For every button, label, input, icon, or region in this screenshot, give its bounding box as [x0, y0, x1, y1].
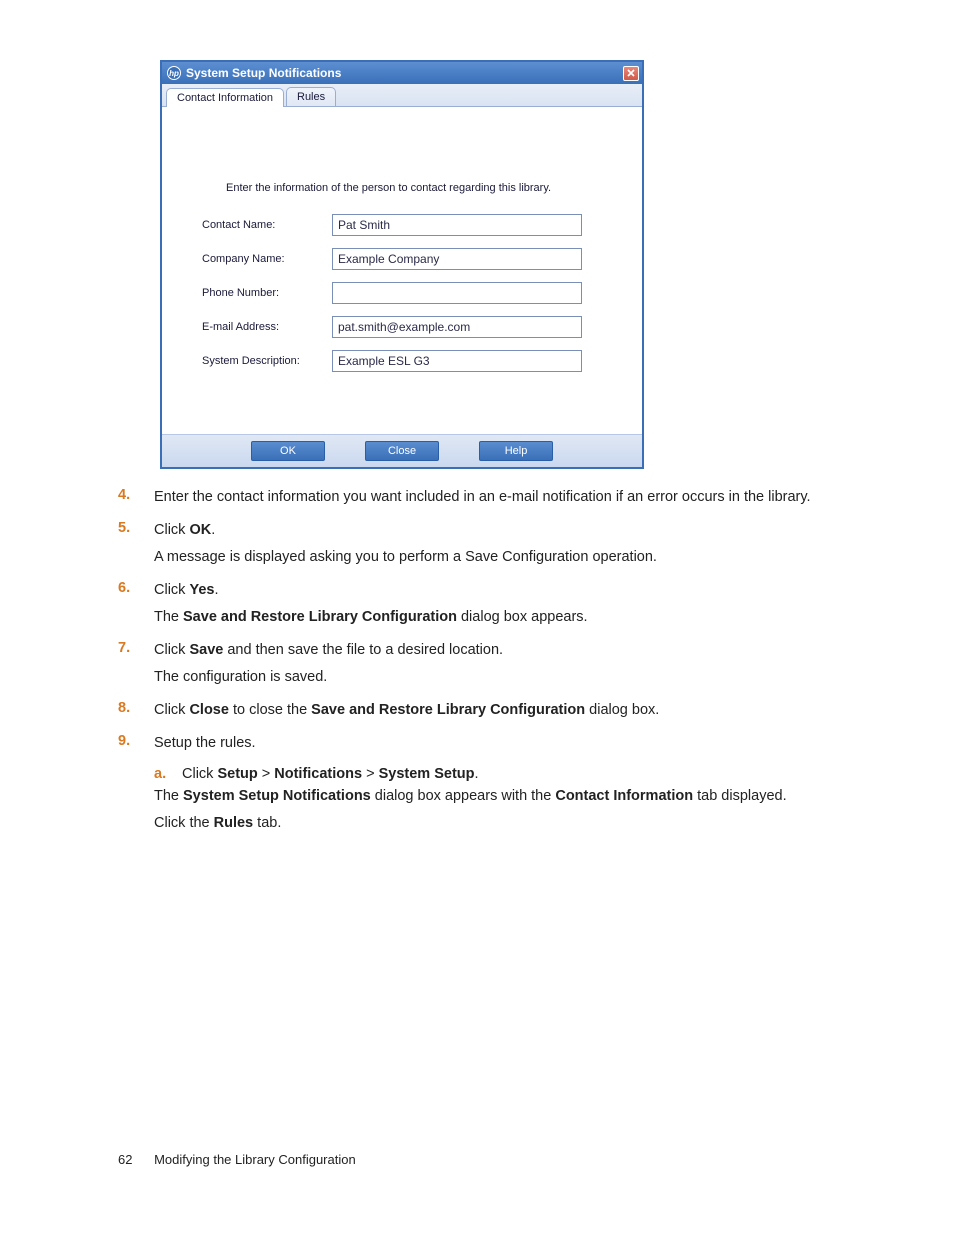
dialog-instruction: Enter the information of the person to c… — [226, 182, 622, 194]
step-9: 9. Setup the rules. — [118, 733, 836, 760]
step-text: Click the Rules tab. — [154, 813, 836, 834]
contact-name-input[interactable] — [332, 214, 582, 236]
step-number: 6. — [118, 580, 154, 634]
page-number: 62 — [118, 1152, 132, 1167]
phone-number-input[interactable] — [332, 282, 582, 304]
step-text: A message is displayed asking you to per… — [154, 547, 836, 568]
step-text: The System Setup Notifications dialog bo… — [154, 786, 836, 807]
email-address-label: E-mail Address: — [202, 321, 332, 333]
system-description-label: System Description: — [202, 355, 332, 367]
step-8: 8. Click Close to close the Save and Res… — [118, 700, 836, 727]
step-number: 5. — [118, 520, 154, 574]
company-name-label: Company Name: — [202, 253, 332, 265]
system-setup-notifications-dialog: hp System Setup Notifications Contact In… — [160, 60, 644, 469]
step-7: 7. Click Save and then save the file to … — [118, 640, 836, 694]
step-number: 7. — [118, 640, 154, 694]
dialog-button-bar: OK Close Help — [162, 434, 642, 467]
help-button[interactable]: Help — [479, 441, 553, 461]
substep-text: Click Setup > Notifications > System Set… — [182, 766, 479, 782]
step-6: 6. Click Yes. The Save and Restore Libra… — [118, 580, 836, 634]
hp-logo-icon: hp — [167, 66, 181, 80]
step-number: 4. — [118, 487, 154, 514]
step-number: 8. — [118, 700, 154, 727]
step-text: The configuration is saved. — [154, 667, 836, 688]
contact-name-label: Contact Name: — [202, 219, 332, 231]
step-4: 4. Enter the contact information you wan… — [118, 487, 836, 514]
close-icon[interactable] — [623, 66, 639, 81]
step-text: Setup the rules. — [154, 733, 836, 754]
phone-number-label: Phone Number: — [202, 287, 332, 299]
dialog-title: System Setup Notifications — [186, 66, 341, 80]
step-text: Click OK. — [154, 520, 836, 541]
company-name-input[interactable] — [332, 248, 582, 270]
email-address-input[interactable] — [332, 316, 582, 338]
page-footer: 62 Modifying the Library Configuration — [118, 1152, 356, 1167]
step-text: Click Save and then save the file to a d… — [154, 640, 836, 661]
ok-button[interactable]: OK — [251, 441, 325, 461]
dialog-body: Enter the information of the person to c… — [162, 107, 642, 434]
system-description-input[interactable] — [332, 350, 582, 372]
step-number: 9. — [118, 733, 154, 760]
tab-rules[interactable]: Rules — [286, 87, 336, 106]
substep-number: a. — [154, 766, 182, 782]
substep-a: a. Click Setup > Notifications > System … — [154, 766, 836, 782]
step-text: The Save and Restore Library Configurati… — [154, 607, 836, 628]
step-5: 5. Click OK. A message is displayed aski… — [118, 520, 836, 574]
step-text: Click Yes. — [154, 580, 836, 601]
footer-title: Modifying the Library Configuration — [154, 1152, 356, 1167]
step-text: Click Close to close the Save and Restor… — [154, 700, 836, 721]
tab-contact-information[interactable]: Contact Information — [166, 88, 284, 107]
step-text: Enter the contact information you want i… — [154, 487, 836, 508]
close-button[interactable]: Close — [365, 441, 439, 461]
dialog-titlebar: hp System Setup Notifications — [162, 62, 642, 84]
tab-strip: Contact Information Rules — [162, 84, 642, 107]
